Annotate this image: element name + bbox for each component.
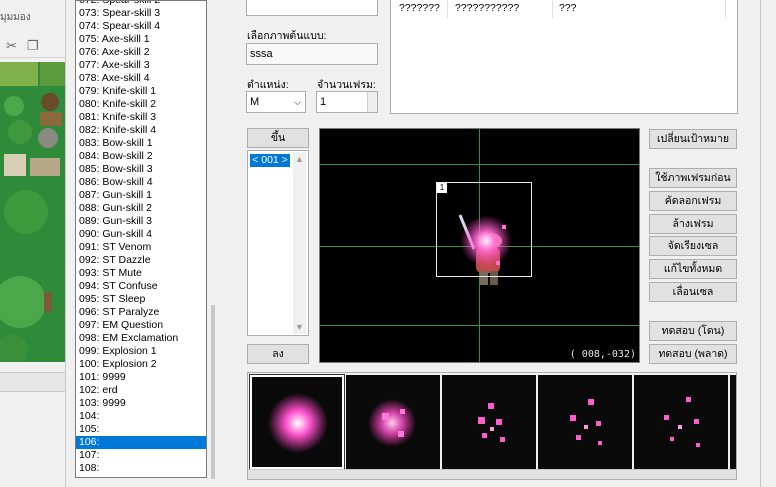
- animation-list-item[interactable]: 090: Gun-skill 4: [76, 228, 206, 241]
- pattern-frame[interactable]: [249, 374, 345, 470]
- animation-list-item[interactable]: 105:: [76, 423, 206, 436]
- cut-icon[interactable]: ✂: [6, 38, 17, 54]
- batch-edit-button[interactable]: แก้ไขทั้งหมด: [649, 259, 737, 279]
- timing-cell-flash: ???: [559, 2, 577, 14]
- position-select[interactable]: M ⌵: [246, 91, 306, 113]
- frame-count-spinner[interactable]: [367, 92, 377, 112]
- timing-cell-frame: ???????: [399, 2, 440, 14]
- animation-list-item[interactable]: 073: Spear-skill 3: [76, 7, 206, 20]
- animation-list-item[interactable]: 082: Knife-skill 4: [76, 124, 206, 137]
- pattern-thumbnail: [368, 399, 416, 447]
- chevron-down-icon[interactable]: ⌵: [294, 92, 301, 112]
- tileset-preview[interactable]: [0, 62, 65, 362]
- animation-list-scrollbar[interactable]: [211, 305, 215, 479]
- pattern-strip-scrollbar[interactable]: [248, 469, 736, 479]
- scroll-up-icon[interactable]: ▲: [295, 154, 304, 164]
- table-divider: [447, 0, 448, 18]
- animation-list-item[interactable]: 087: Gun-skill 1: [76, 189, 206, 202]
- animation-canvas[interactable]: 1 ( 008,-032): [319, 128, 640, 363]
- animation-list-item[interactable]: 079: Knife-skill 1: [76, 85, 206, 98]
- image-name-field[interactable]: sssa: [246, 43, 378, 65]
- animation-list-item[interactable]: 100: Explosion 2: [76, 358, 206, 371]
- frame-list-scrollbar[interactable]: ▲ ▼: [293, 152, 307, 334]
- animation-list-item[interactable]: 093: ST Mute: [76, 267, 206, 280]
- position-value: M: [250, 96, 260, 108]
- animation-list-item[interactable]: 083: Bow-skill 1: [76, 137, 206, 150]
- frame-list-item[interactable]: < 001 >: [250, 154, 290, 167]
- table-divider: [725, 0, 726, 18]
- arrange-cells-button[interactable]: จัดเรียงเซล: [649, 236, 737, 256]
- animation-list-item[interactable]: 085: Bow-skill 3: [76, 163, 206, 176]
- editor-status-strip: [0, 372, 65, 392]
- selected-cell-box[interactable]: 1: [436, 182, 532, 277]
- animation-list-item[interactable]: 107:: [76, 449, 206, 462]
- copy-frame-button[interactable]: คัดลอกเฟรม: [649, 191, 737, 211]
- animation-pattern-strip[interactable]: [247, 372, 737, 480]
- cell-index-label: 1: [437, 183, 447, 193]
- animation-list-item[interactable]: 103: 9999: [76, 397, 206, 410]
- animation-list-item[interactable]: 086: Bow-skill 4: [76, 176, 206, 189]
- clear-frame-button[interactable]: ล้างเฟรม: [649, 214, 737, 234]
- animation-list-item[interactable]: 089: Gun-skill 3: [76, 215, 206, 228]
- animation-list-item[interactable]: 098: EM Exclamation: [76, 332, 206, 345]
- change-target-button[interactable]: เปลี่ยนเป้าหมาย: [649, 129, 737, 149]
- timing-cell-se: ???????????: [455, 2, 520, 14]
- animation-list-item[interactable]: 097: EM Question: [76, 319, 206, 332]
- pattern-frame[interactable]: [730, 375, 736, 469]
- pattern-thumbnail: [478, 403, 505, 442]
- pattern-frame[interactable]: [346, 375, 440, 469]
- animation-list-item[interactable]: 108:: [76, 462, 206, 475]
- animation-timing-table[interactable]: ??????? ??????????? ???: [390, 0, 738, 114]
- scroll-down-icon[interactable]: ▼: [295, 322, 304, 332]
- animation-list-item[interactable]: 099: Explosion 1: [76, 345, 206, 358]
- window-edge: [760, 0, 776, 487]
- animation-list[interactable]: 072: Spear-skill 2 073: Spear-skill 3 074:…: [75, 0, 207, 478]
- animation-list-item[interactable]: 101: 9999: [76, 371, 206, 384]
- editor-toolbar: ✂ ❐: [0, 34, 65, 58]
- pattern-frame[interactable]: [634, 375, 728, 469]
- animation-list-item[interactable]: 072: Spear-skill 2: [76, 1, 206, 7]
- animation-list-item[interactable]: 076: Axe-skill 2: [76, 46, 206, 59]
- animation-list-item[interactable]: 095: ST Sleep: [76, 293, 206, 306]
- test-miss-button[interactable]: ทดสอบ (พลาด): [649, 344, 737, 364]
- pattern-thumbnail: [268, 393, 328, 453]
- animation-list-item[interactable]: 081: Knife-skill 3: [76, 111, 206, 124]
- animation-list-item[interactable]: 094: ST Confuse: [76, 280, 206, 293]
- frame-count-value: 1: [320, 96, 327, 108]
- tileset-graphic: [0, 62, 65, 362]
- animation-list-item[interactable]: 084: Bow-skill 2: [76, 150, 206, 163]
- pattern-frame[interactable]: [442, 375, 536, 469]
- animation-list-item[interactable]: 106:: [76, 436, 206, 449]
- animation-list-item[interactable]: 080: Knife-skill 2: [76, 98, 206, 111]
- frame-down-button[interactable]: ลง: [247, 344, 309, 364]
- animation-list-item[interactable]: 096: ST Paralyze: [76, 306, 206, 319]
- animation-list-item[interactable]: 074: Spear-skill 4: [76, 20, 206, 33]
- map-editor-panel: มุมมอง ✂ ❐: [0, 0, 66, 487]
- frame-up-button[interactable]: ขึ้น: [247, 128, 309, 148]
- animation-list-item[interactable]: 102: erd: [76, 384, 206, 397]
- shift-cells-button[interactable]: เลื่อนเซล: [649, 282, 737, 302]
- animation-list-item[interactable]: 092: ST Dazzle: [76, 254, 206, 267]
- cursor-coordinates: ( 008,-032): [569, 349, 636, 360]
- animation-list-item[interactable]: 077: Axe-skill 3: [76, 59, 206, 72]
- animation-name-field[interactable]: [246, 0, 378, 16]
- table-divider: [552, 0, 553, 18]
- animation-list-item[interactable]: 075: Axe-skill 1: [76, 33, 206, 46]
- copy-icon[interactable]: ❐: [27, 38, 39, 54]
- view-menu-label[interactable]: มุมมอง: [0, 10, 31, 25]
- frame-count-field[interactable]: 1: [316, 91, 378, 113]
- animation-list-item[interactable]: 088: Gun-skill 2: [76, 202, 206, 215]
- pattern-thumbnail: [570, 399, 602, 445]
- pattern-frame[interactable]: [538, 375, 632, 469]
- frame-list[interactable]: < 001 > ▲ ▼: [247, 150, 309, 336]
- pattern-thumbnail: [664, 397, 700, 447]
- animation-list-item[interactable]: 091: ST Venom: [76, 241, 206, 254]
- test-hit-button[interactable]: ทดสอบ (โดน): [649, 321, 737, 341]
- use-prev-frame-button[interactable]: ใช้ภาพเฟรมก่อน: [649, 168, 737, 188]
- animation-list-item[interactable]: 078: Axe-skill 4: [76, 72, 206, 85]
- image-name-label: เลือกภาพต้นแบบ:: [247, 30, 327, 42]
- animation-list-item[interactable]: 104:: [76, 410, 206, 423]
